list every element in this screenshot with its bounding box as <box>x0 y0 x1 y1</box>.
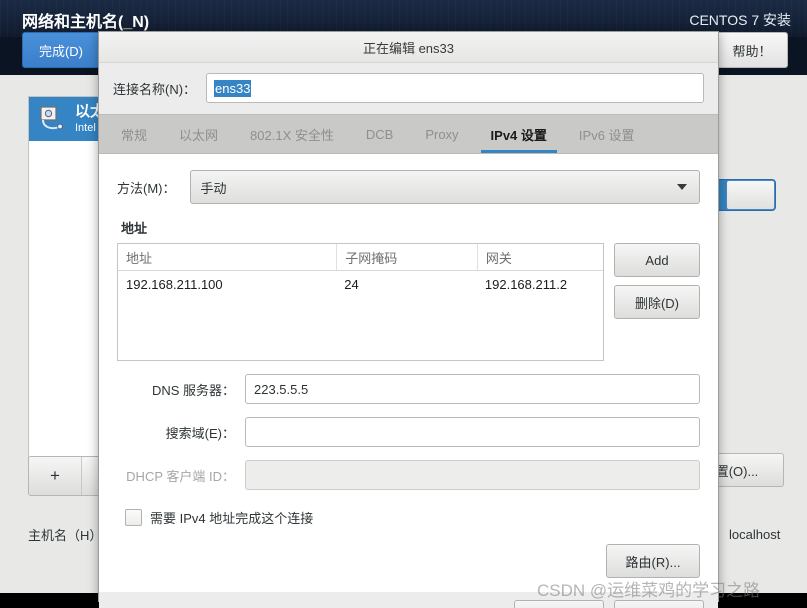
done-button[interactable]: 完成(D) <box>22 32 100 68</box>
device-on-toggle[interactable] <box>712 179 776 211</box>
dhcp-client-id-input <box>245 460 700 490</box>
connection-name-input[interactable]: ens33 <box>206 73 704 103</box>
help-button[interactable]: 帮助！ <box>716 32 788 68</box>
dhcp-client-id-label: DHCP 客户端 ID： <box>126 468 235 484</box>
method-label: 方法(M)： <box>117 180 176 196</box>
column-header-address: 地址 <box>126 251 153 266</box>
search-domain-input[interactable] <box>245 417 700 447</box>
dns-row: DNS 服务器： 223.5.5.5 <box>117 374 700 404</box>
installer-brand: CENTOS 7 安装 <box>689 12 791 28</box>
address-table[interactable]: 地址 子网掩码 网关 192.168.211.100 24 192.168.21… <box>117 243 604 361</box>
tab-ethernet[interactable]: 以太网 <box>163 115 234 153</box>
method-select[interactable]: 手动 <box>189 170 700 204</box>
screen-root: 网络和主机名(_N) CENTOS 7 安装 完成(D) 帮助！ 以太 Inte… <box>0 0 807 608</box>
table-row[interactable]: 192.168.211.100 24 192.168.211.2 <box>118 271 603 297</box>
tab-8021x-security[interactable]: 802.1X 安全性 <box>234 115 350 153</box>
dns-input[interactable]: 223.5.5.5 <box>245 374 700 404</box>
method-row: 方法(M)： 手动 <box>117 170 700 204</box>
add-device-button[interactable]: + <box>29 457 81 495</box>
tab-general[interactable]: 常规 <box>105 115 163 153</box>
chevron-down-icon <box>677 184 687 190</box>
current-hostname-value: localhost <box>729 527 781 542</box>
add-address-button[interactable]: Add <box>614 243 700 277</box>
addresses-section-title: 地址 <box>121 221 148 236</box>
connection-name-value: ens33 <box>214 79 252 97</box>
dialog-title: 正在编辑 ens33 <box>99 32 718 63</box>
require-ipv4-label: 需要 IPv4 地址完成这个连接 <box>150 511 314 526</box>
tab-ipv6-settings[interactable]: IPv6 设置 <box>563 115 651 153</box>
search-domain-label: 搜索域(E)： <box>165 425 235 441</box>
ipv4-settings-panel: 方法(M)： 手动 地址 地址 子网掩码 网关 192.168.211.100 <box>99 154 718 592</box>
address-table-header: 地址 子网掩码 网关 <box>118 244 603 271</box>
page-title: 网络和主机名(_N) <box>22 14 150 31</box>
save-button[interactable]: 保存(S) <box>614 600 704 608</box>
dhcp-client-id-row: DHCP 客户端 ID： <box>117 460 700 490</box>
connection-name-row: 连接名称(N)： ens33 <box>99 63 718 114</box>
column-header-gateway: 网关 <box>476 244 603 270</box>
tab-dcb[interactable]: DCB <box>350 115 409 153</box>
ethernet-icon <box>37 104 67 134</box>
require-ipv4-checkbox[interactable] <box>125 509 142 526</box>
cell-address: 192.168.211.100 <box>126 276 223 292</box>
tab-ipv4-settings[interactable]: IPv4 设置 <box>475 115 563 153</box>
edit-connection-dialog: 正在编辑 ens33 连接名称(N)： ens33 常规 以太网 802.1X … <box>98 31 719 608</box>
dialog-tabs: 常规 以太网 802.1X 安全性 DCB Proxy IPv4 设置 IPv6… <box>99 114 718 154</box>
require-ipv4-row[interactable]: 需要 IPv4 地址完成这个连接 <box>125 508 700 527</box>
dialog-footer: Cancel 保存(S) <box>99 592 718 608</box>
address-actions: Add 删除(D) <box>614 243 700 319</box>
tab-proxy[interactable]: Proxy <box>409 115 474 153</box>
routes-button[interactable]: 路由(R)... <box>606 544 700 578</box>
toggle-knob <box>726 180 775 210</box>
dns-label: DNS 服务器： <box>151 382 235 398</box>
method-value: 手动 <box>200 180 227 196</box>
cell-netmask: 24 <box>344 276 359 292</box>
addresses-area: 地址 子网掩码 网关 192.168.211.100 24 192.168.21… <box>117 243 700 361</box>
cancel-button[interactable]: Cancel <box>514 600 604 608</box>
column-header-netmask: 子网掩码 <box>336 244 477 270</box>
delete-address-button[interactable]: 删除(D) <box>614 285 700 319</box>
search-domain-row: 搜索域(E)： <box>117 417 700 447</box>
connection-name-label: 连接名称(N)： <box>113 81 197 97</box>
hostname-label: 主机名（H） <box>28 528 103 543</box>
cell-gateway: 192.168.211.2 <box>484 276 568 292</box>
